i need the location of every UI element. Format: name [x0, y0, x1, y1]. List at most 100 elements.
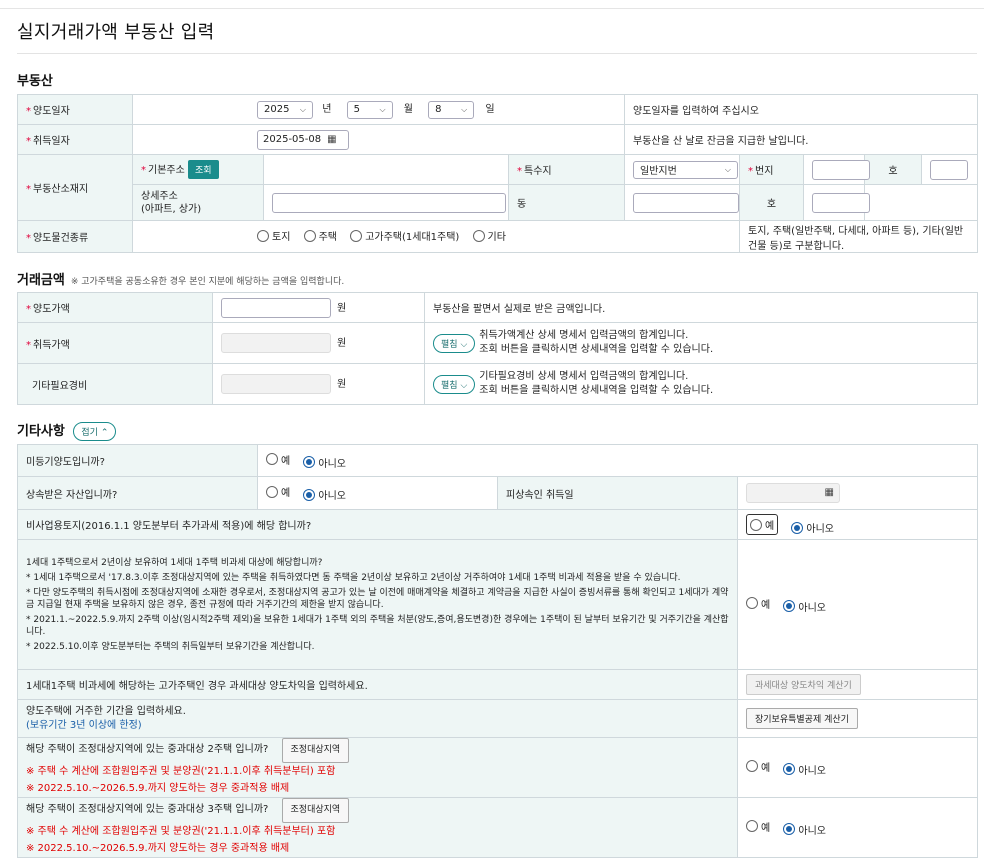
expense-expand-button[interactable]: 펼침 ⌵ — [433, 374, 476, 394]
one-house-options: 예 아니오 — [736, 539, 979, 670]
2house-options: 예 아니오 — [736, 737, 979, 798]
special-select[interactable]: 일반지번 ⌵ — [633, 160, 738, 179]
unregistered-yes[interactable]: 예 — [266, 452, 290, 467]
collapse-button[interactable]: 접기 ⌃ — [73, 422, 117, 441]
radio-icon — [350, 229, 363, 242]
nonbusiness-no[interactable]: 아니오 — [791, 520, 834, 535]
adjust-area-button[interactable]: 조정대상지역 — [281, 798, 350, 823]
radio-icon — [472, 229, 485, 242]
heavy-note: ※ 주택 수 계산에 조합원입주권 및 분양권('21.1.1.이후 취득분부터… — [26, 826, 336, 837]
section-amount-title: 거래금액 ※ 고가주택을 공동소유한 경우 본인 지분에 해당하는 금액을 입력합… — [17, 273, 345, 288]
q-unregistered: 미등기양도입니까? — [17, 444, 258, 477]
long-term-deduction-button[interactable]: 장기보유특별공제 계산기 — [746, 708, 858, 729]
top-divider — [0, 8, 984, 9]
q-residence: 양도주택에 거주한 기간을 입력하세요. (보유기간 3년 이상에 한정) — [17, 699, 738, 738]
special-label: * 특수지 — [508, 154, 625, 185]
transfer-price-input[interactable] — [221, 297, 331, 318]
heavy-note: ※ 주택 수 계산에 조합원입주권 및 분양권('21.1.1.이후 취득분부터… — [26, 766, 336, 777]
radio-icon — [257, 229, 269, 242]
radio-selected-icon — [783, 823, 796, 835]
inherited-yes[interactable]: 예 — [266, 484, 290, 499]
q-one-house: 1세대 1주택으로서 2년이상 보유하여 1세대 1주택 비과세 대상에 해당합… — [17, 539, 738, 670]
dong-cell — [624, 184, 740, 221]
decedent-acq-input: ▦ — [746, 483, 840, 503]
type-radio-other[interactable]: 기타 — [472, 228, 506, 243]
type-options: 토지 주택 고가주택(1세대1주택) 기타 — [132, 220, 740, 253]
year-select[interactable]: 2025 ⌵ — [257, 100, 313, 119]
dong-input[interactable] — [633, 192, 739, 213]
q-nonbusiness-land: 비사업용토지(2016.1.1 양도분부터 추가과세 적용)에 해당 합니까? — [17, 509, 738, 540]
3house-no[interactable]: 아니오 — [783, 822, 826, 837]
basic-address-value — [263, 154, 509, 185]
ho2-cell — [803, 184, 870, 221]
2house-yes[interactable]: 예 — [746, 759, 770, 774]
3house-options: 예 아니오 — [736, 797, 979, 858]
acquire-date-input[interactable]: 2025-05-08 ▦ — [257, 129, 349, 150]
inherited-no[interactable]: 아니오 — [303, 487, 346, 502]
chevron-down-icon: ⌵ — [461, 104, 468, 114]
q-inherited: 상속받은 자산입니까? — [17, 476, 258, 510]
q-high-price: 1세대1주택 비과세에 해당하는 고가주택인 경우 과세대상 양도차익을 입력하… — [17, 669, 738, 700]
one-house-note: * 2022.5.10.이후 양도분부터는 주택의 취득일부터 보유기간을 계산… — [26, 641, 315, 652]
dong-label: 동 — [508, 184, 625, 221]
nonbusiness-options: 예 아니오 — [736, 509, 979, 540]
other-expense-cell: 원 — [212, 363, 425, 405]
detail-address-label: 상세주소 (아파트, 상가) — [132, 184, 264, 221]
type-radio-luxury[interactable]: 고가주택(1세대1주택) — [350, 228, 459, 243]
acquire-date-label: * 취득일자 — [17, 124, 133, 155]
radio-icon — [750, 518, 762, 531]
one-house-note: * 1세대 1주택으로서 '17.8.3.이후 조정대상지역에 있는 주택을 취… — [26, 572, 681, 583]
title-divider — [17, 53, 977, 54]
radio-icon — [266, 485, 278, 498]
day-select[interactable]: 8 ⌵ — [428, 100, 475, 119]
lot-cell — [803, 154, 870, 185]
type-help: 토지, 주택(일반주택, 다세대, 아파트 등), 기타(일반건물 등)로 구분… — [739, 220, 978, 253]
acquire-date-cell: 2025-05-08 ▦ — [132, 124, 625, 155]
other-expense-input — [221, 374, 331, 394]
radio-selected-icon — [303, 488, 316, 501]
transfer-price-label: * 양도가액 — [17, 292, 213, 323]
radio-icon — [266, 453, 278, 465]
transfer-date-help: 양도일자를 입력하여 주십시오 — [624, 94, 978, 125]
one-house-no[interactable]: 아니오 — [783, 599, 826, 614]
empty-cell — [864, 184, 978, 221]
lot-input[interactable] — [812, 159, 870, 180]
ho2-input[interactable] — [812, 192, 870, 213]
other-expense-help: 펼침 ⌵ 기타필요경비 상세 명세서 입력금액의 합계입니다. 조회 버튼을 클릭… — [424, 363, 978, 405]
nonbusiness-yes[interactable]: 예 — [746, 514, 779, 535]
acquire-price-cell: 원 — [212, 322, 425, 364]
ho-input[interactable] — [930, 159, 968, 180]
amount-table: * 양도가액 원 부동산을 팔면서 실제로 받은 금액입니다. * 취득가액 원 펼… — [17, 292, 978, 405]
radio-icon — [746, 760, 758, 772]
detail-address-input[interactable] — [272, 192, 506, 213]
adjust-area-button[interactable]: 조정대상지역 — [281, 738, 350, 763]
radio-selected-icon — [783, 763, 796, 775]
inherited-options: 예 아니오 — [257, 476, 498, 510]
section-property-title: 부동산 — [17, 74, 53, 89]
type-radio-house[interactable]: 주택 — [303, 228, 337, 243]
transfer-price-cell: 원 — [212, 292, 425, 323]
amount-note: ※ 고가주택을 공동소유한 경우 본인 지분에 해당하는 금액을 입력합니다. — [70, 277, 345, 287]
3house-yes[interactable]: 예 — [746, 819, 770, 834]
month-select[interactable]: 5 ⌵ — [346, 100, 393, 119]
acquire-price-label: * 취득가액 — [17, 322, 213, 364]
heavy-note: ※ 2022.5.10.~2026.5.9.까지 양도하는 경우 중과적용 배제 — [26, 843, 290, 854]
unregistered-no[interactable]: 아니오 — [303, 455, 346, 470]
chevron-down-icon: ⌵ — [460, 380, 468, 391]
section-other-title: 기타사항 접기 ⌃ — [17, 420, 117, 441]
other-expense-label: 기타필요경비 — [17, 363, 213, 405]
lookup-button[interactable]: 조회 — [188, 160, 219, 179]
lot-label: * 번지 — [739, 154, 804, 185]
acquire-date-help: 부동산을 산 날로 잔금을 지급한 날입니다. — [624, 124, 978, 155]
one-house-yes[interactable]: 예 — [746, 596, 770, 611]
type-radio-land[interactable]: 토지 — [257, 228, 290, 243]
basic-address-label: * 기본주소 조회 — [132, 154, 264, 185]
unregistered-options: 예 아니오 — [256, 444, 979, 477]
location-label: * 부동산소재지 — [17, 154, 133, 221]
acquire-expand-button[interactable]: 펼침 ⌵ — [433, 333, 476, 353]
radio-selected-icon — [791, 521, 804, 534]
property-table: * 양도일자 2025 ⌵ 년 5 ⌵ 월 8 ⌵ 일 양도일자를 입력하여 주십시오 … — [17, 94, 978, 253]
2house-no[interactable]: 아니오 — [783, 762, 826, 777]
high-price-calc-button[interactable]: 과세대상 양도차익 계산기 — [746, 674, 861, 695]
special-cell: 일반지번 ⌵ — [624, 154, 740, 185]
